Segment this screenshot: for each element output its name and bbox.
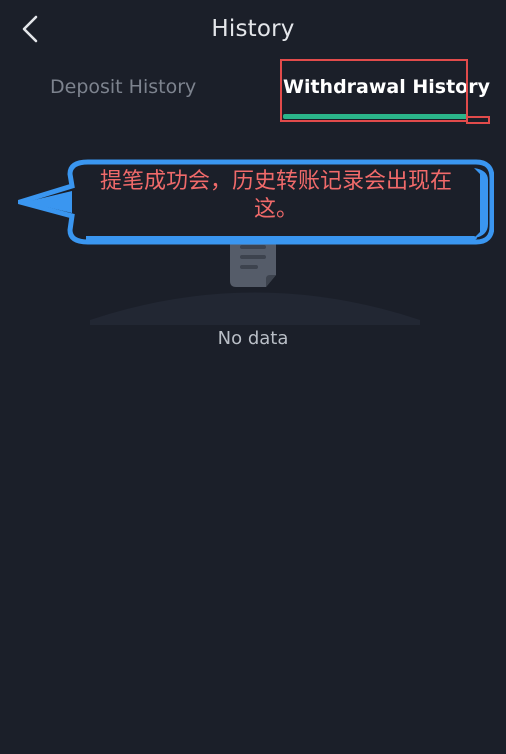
empty-state-label: No data — [217, 328, 289, 349]
annotation-text: 提笔成功会，历史转账记录会出现在这。 — [99, 169, 452, 222]
tab-deposit-history[interactable]: Deposit History — [50, 76, 196, 98]
app-header: History — [0, 0, 506, 60]
annotation-highlight-tail — [466, 116, 490, 124]
page-title: History — [211, 16, 295, 42]
annotation-highlight-box — [280, 59, 468, 122]
